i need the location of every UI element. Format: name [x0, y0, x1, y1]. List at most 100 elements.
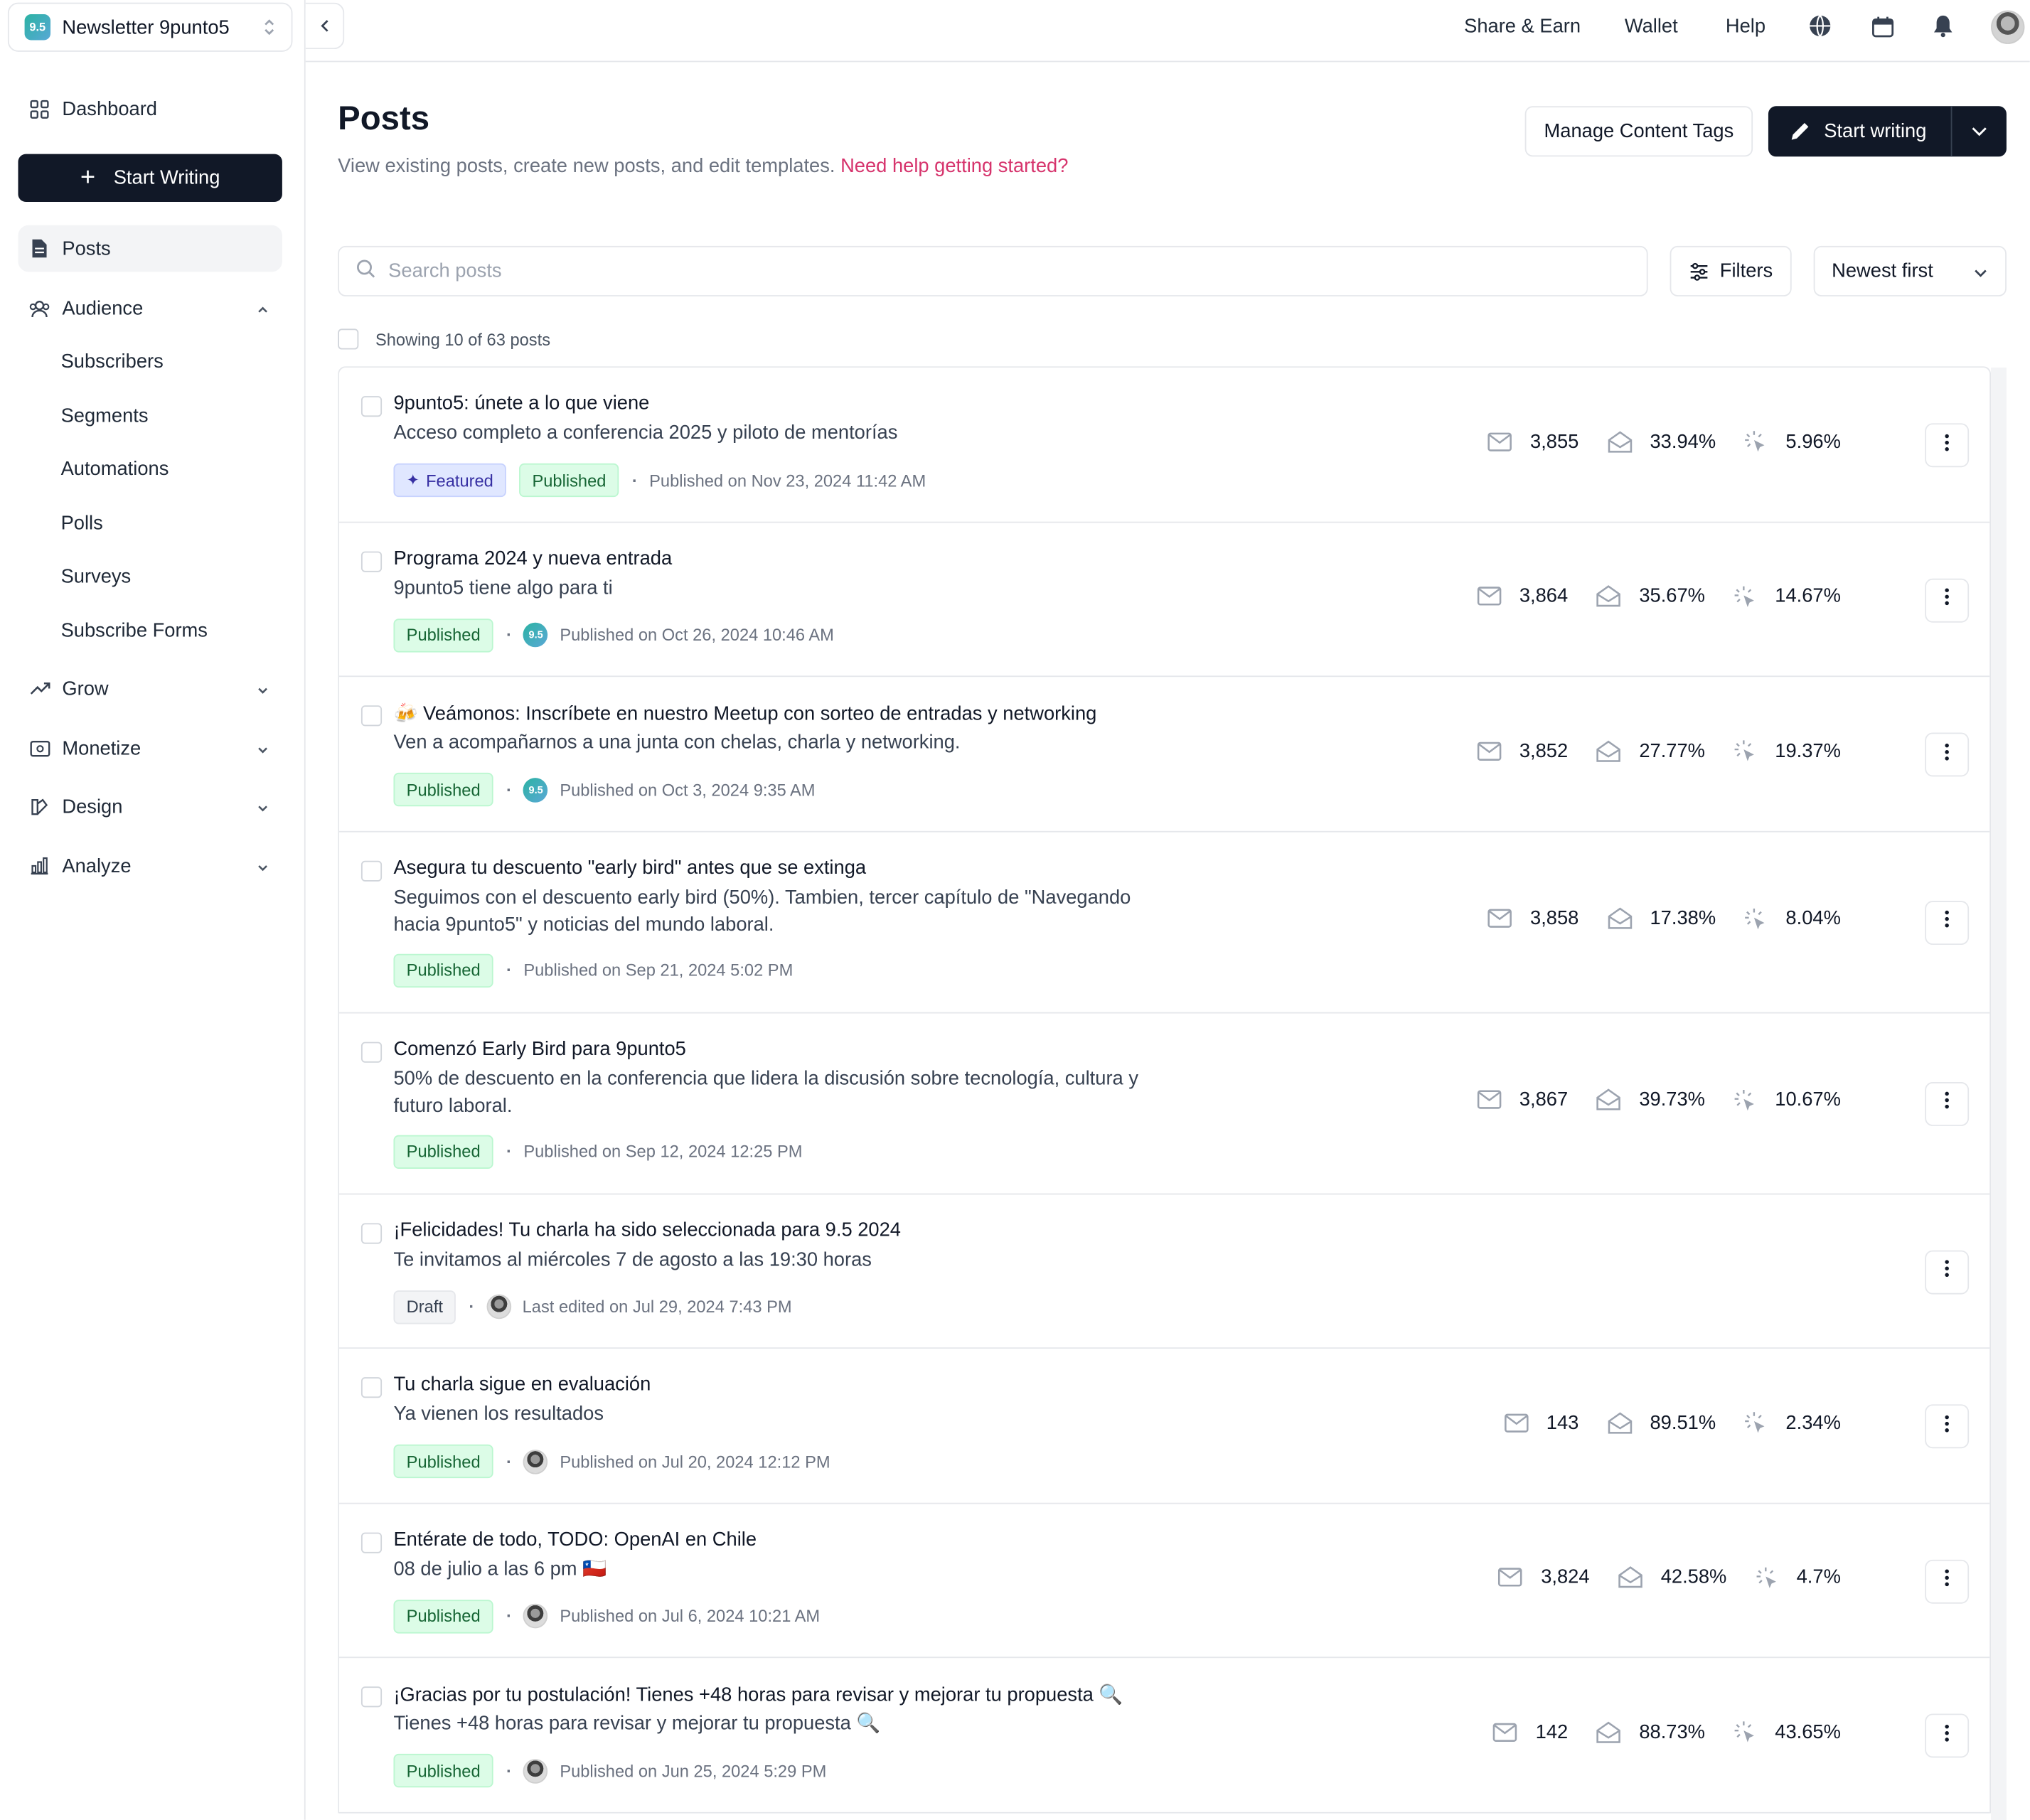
bell-icon[interactable] — [1930, 13, 1956, 38]
more-options-button[interactable] — [1925, 900, 1970, 945]
separator-dot: · — [631, 470, 638, 491]
post-title[interactable]: Programa 2024 y nueva entrada — [393, 547, 672, 569]
post-checkbox[interactable] — [360, 1686, 383, 1708]
workspace-switcher[interactable]: 9.5 Newsletter 9punto5 — [7, 2, 293, 52]
separator-dot: · — [506, 779, 512, 800]
more-options-button[interactable] — [1925, 732, 1970, 777]
more-options-button[interactable] — [1925, 423, 1970, 468]
post-row[interactable]: 9punto5: únete a lo que viene Acceso com… — [338, 368, 1990, 523]
sidebar-item-polls[interactable]: Polls — [61, 513, 103, 535]
post-meta: Published · Published on Jun 25, 2024 5:29… — [393, 1753, 826, 1788]
sidebar-item-posts[interactable]: Posts — [18, 225, 282, 272]
sidebar-item-automations[interactable]: Automations — [61, 458, 169, 480]
author-avatar — [523, 1603, 548, 1629]
cursor-click-icon — [1744, 1410, 1768, 1434]
sidebar-item-surveys[interactable]: Surveys — [61, 566, 132, 588]
post-checkbox[interactable] — [360, 1377, 383, 1398]
start-writing-sidebar-button[interactable]: + Start Writing — [18, 154, 282, 203]
share-earn-link[interactable]: Share & Earn — [1464, 16, 1581, 38]
sparkle-icon: ✦ — [406, 471, 420, 490]
post-title[interactable]: Comenzó Early Bird para 9punto5 — [393, 1037, 685, 1059]
post-date: Published on Oct 26, 2024 10:46 AM — [560, 625, 834, 645]
more-options-button[interactable] — [1925, 577, 1970, 622]
select-all-row: Showing 10 of 63 posts — [338, 328, 550, 350]
sidebar-item-analyze[interactable]: Analyze — [18, 842, 282, 889]
post-title[interactable]: Tu charla sigue en evaluación — [393, 1374, 651, 1396]
manage-content-tags-button[interactable]: Manage Content Tags — [1524, 106, 1753, 157]
post-subtitle: Seguimos con el descuento early bird (50… — [393, 886, 1131, 936]
sort-select[interactable]: Newest first — [1813, 245, 2007, 296]
envelope-icon — [1504, 1413, 1529, 1432]
cursor-click-icon — [1733, 739, 1757, 763]
sidebar-item-design[interactable]: Design — [18, 783, 282, 830]
post-checkbox[interactable] — [360, 550, 383, 572]
globe-icon[interactable] — [1807, 13, 1833, 38]
post-row[interactable]: Tu charla sigue en evaluación Ya vienen … — [338, 1349, 1990, 1504]
status-badge: Published — [393, 1444, 493, 1479]
click-rate: 5.96% — [1785, 430, 1841, 453]
post-meta: Published · Published on Sep 21, 2024 5:02… — [393, 953, 793, 987]
envelope-open-icon — [1607, 907, 1632, 929]
author-avatar: 9.5 — [523, 622, 548, 648]
post-title[interactable]: ¡Felicidades! Tu charla ha sido seleccio… — [393, 1219, 901, 1241]
click-rate: 14.67% — [1775, 584, 1841, 607]
plus-icon: + — [80, 163, 96, 192]
select-all-checkbox[interactable] — [338, 328, 359, 350]
help-link[interactable]: Help — [1726, 16, 1765, 38]
sidebar-item-grow[interactable]: Grow — [18, 665, 282, 712]
pencil-icon — [1789, 120, 1811, 142]
post-checkbox[interactable] — [360, 705, 383, 727]
separator-dot: · — [506, 1606, 512, 1626]
status-badge: Published — [393, 1753, 493, 1788]
post-row[interactable]: ¡Gracias por tu postulación! Tienes +48 … — [338, 1658, 1990, 1813]
post-checkbox[interactable] — [360, 1531, 383, 1553]
post-checkbox[interactable] — [360, 1222, 383, 1243]
post-title[interactable]: 9punto5: únete a lo que viene — [393, 392, 649, 414]
post-date: Published on Nov 23, 2024 11:42 AM — [649, 470, 926, 491]
search-bar — [338, 245, 1648, 296]
featured-badge: ✦ Featured — [393, 463, 507, 498]
more-options-button[interactable] — [1925, 1558, 1970, 1603]
search-input[interactable] — [388, 259, 1554, 282]
post-row[interactable]: Asegura tu descuento "early bird" antes … — [338, 832, 1990, 1013]
envelope-open-icon — [1607, 1411, 1632, 1433]
post-row[interactable]: 🍻 Veámonos: Inscríbete en nuestro Meetup… — [338, 677, 1990, 832]
sidebar-item-dashboard[interactable]: Dashboard — [18, 85, 282, 132]
more-options-button[interactable] — [1925, 1249, 1970, 1294]
post-date: Published on Jul 20, 2024 12:12 PM — [560, 1451, 830, 1472]
post-checkbox[interactable] — [360, 860, 383, 881]
post-title[interactable]: Asegura tu descuento "early bird" antes … — [393, 856, 866, 878]
more-options-button[interactable] — [1925, 1404, 1970, 1449]
sidebar-item-subscribe-forms[interactable]: Subscribe Forms — [61, 620, 208, 642]
envelope-icon — [1487, 909, 1512, 928]
sidebar-item-audience[interactable]: Audience — [18, 285, 282, 332]
wallet-link[interactable]: Wallet — [1625, 16, 1678, 38]
start-writing-button[interactable]: Start writing — [1768, 106, 2007, 157]
post-title[interactable]: ¡Gracias por tu postulación! Tienes +48 … — [393, 1683, 1123, 1706]
post-checkbox[interactable] — [360, 396, 383, 417]
sidebar-item-segments[interactable]: Segments — [61, 405, 149, 427]
post-title[interactable]: Entérate de todo, TODO: OpenAI en Chile — [393, 1528, 757, 1550]
chevron-down-icon[interactable] — [1970, 122, 1988, 145]
post-title[interactable]: 🍻 Veámonos: Inscríbete en nuestro Meetup… — [393, 702, 1096, 725]
post-row[interactable]: Programa 2024 y nueva entrada 9punto5 ti… — [338, 523, 1990, 678]
sidebar-item-monetize[interactable]: Monetize — [18, 725, 282, 772]
post-row[interactable]: Comenzó Early Bird para 9punto5 50% de d… — [338, 1013, 1990, 1194]
filters-button[interactable]: Filters — [1670, 245, 1792, 296]
document-icon — [28, 237, 50, 259]
help-getting-started-link[interactable]: Need help getting started? — [840, 155, 1068, 177]
post-row[interactable]: Entérate de todo, TODO: OpenAI en Chile … — [338, 1504, 1990, 1659]
post-checkbox[interactable] — [360, 1041, 383, 1062]
calendar-icon[interactable] — [1869, 13, 1895, 38]
post-row[interactable]: ¡Felicidades! Tu charla ha sido seleccio… — [338, 1194, 1990, 1349]
envelope-icon — [1477, 587, 1502, 606]
sidebar-item-subscribers[interactable]: Subscribers — [61, 350, 164, 373]
more-options-button[interactable] — [1925, 1081, 1970, 1126]
click-rate: 4.7% — [1796, 1565, 1841, 1588]
status-badge: Published — [393, 1134, 493, 1169]
more-options-button[interactable] — [1925, 1713, 1970, 1758]
scrollbar[interactable] — [1991, 368, 2007, 1820]
user-avatar[interactable] — [1991, 10, 2025, 44]
envelope-icon — [1487, 432, 1512, 451]
recipients-count: 142 — [1535, 1720, 1569, 1743]
